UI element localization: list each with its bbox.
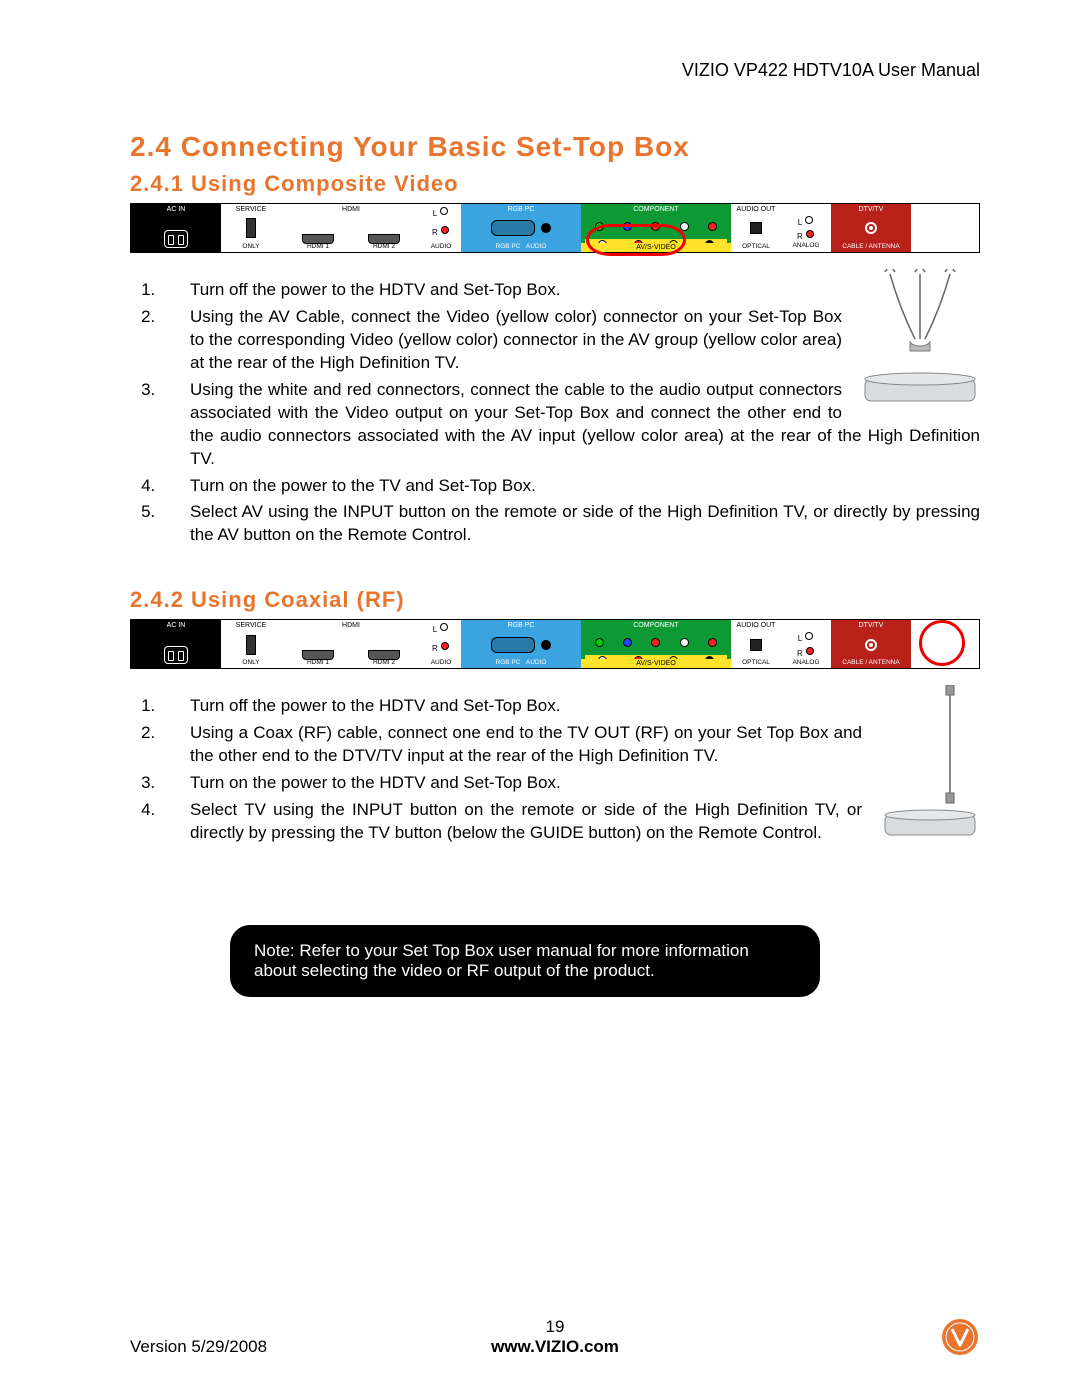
- label-rgb-pc-bot: RGB PC: [496, 659, 521, 666]
- label-hdmi2: HDMI 2: [368, 660, 400, 667]
- jack-icon: [440, 207, 448, 215]
- label-L: L: [433, 209, 437, 218]
- jack-icon: [806, 230, 814, 238]
- label-L: L: [798, 218, 802, 227]
- label-hdmi: HDMI: [285, 206, 417, 213]
- jack-icon: [623, 222, 632, 231]
- coax-port-icon: [865, 222, 877, 234]
- rear-port-panel-rf: AC IN SERVICEONLY HDMI HDMI 1HDMI 2 L R …: [130, 619, 980, 669]
- step-item: Using the white and red connectors, conn…: [160, 379, 980, 471]
- jack-icon: [440, 623, 448, 631]
- ac-socket-icon: [164, 646, 188, 664]
- label-optical: OPTICAL: [735, 660, 777, 667]
- jack-icon: [708, 222, 717, 231]
- label-L: L: [433, 625, 437, 634]
- service-port-icon: [246, 635, 256, 655]
- label-av-svideo: AV/S-VIDEO: [581, 659, 731, 668]
- label-component: COMPONENT: [585, 206, 727, 213]
- jack-icon: [623, 638, 632, 647]
- label-hdmi2: HDMI 2: [368, 244, 400, 251]
- jack-icon: [651, 638, 660, 647]
- label-R: R: [432, 228, 438, 237]
- label-L: L: [798, 634, 802, 643]
- jack-icon: [441, 642, 449, 650]
- settop-box-composite-illustration: [860, 269, 980, 409]
- highlight-circle-icon: [919, 620, 965, 666]
- label-service: SERVICE: [225, 206, 277, 213]
- subsection-2-4-1-heading: 2.4.1 Using Composite Video: [130, 171, 980, 197]
- label-audio: AUDIO: [425, 660, 457, 667]
- label-analog: ANALOG: [785, 660, 827, 667]
- label-rgb-audio: AUDIO: [526, 243, 547, 250]
- optical-port-icon: [750, 639, 762, 651]
- note-box: Note: Refer to your Set Top Box user man…: [230, 925, 820, 997]
- vga-port-icon: [491, 220, 535, 236]
- label-component: COMPONENT: [585, 622, 727, 629]
- jack-icon: [805, 216, 813, 224]
- steps-list-composite: Turn off the power to the HDTV and Set-T…: [160, 279, 980, 547]
- page-footer: Version 5/29/2008 19 www.VIZIO.com: [130, 1317, 980, 1357]
- page-header-product: VIZIO VP422 HDTV10A User Manual: [130, 60, 980, 81]
- label-R: R: [432, 644, 438, 653]
- step-item: Turn off the power to the HDTV and Set-T…: [160, 279, 980, 302]
- label-hdmi1: HDMI 1: [302, 660, 334, 667]
- jack-icon: [680, 638, 689, 647]
- label-hdmi1: HDMI 1: [302, 244, 334, 251]
- optical-port-icon: [750, 222, 762, 234]
- label-ac-in: AC IN: [135, 206, 217, 213]
- settop-box-coax-illustration: [880, 685, 980, 845]
- hdmi2-port-icon: [368, 234, 400, 244]
- label-audio-out: AUDIO OUT: [735, 622, 777, 629]
- step-item: Using a Coax (RF) cable, connect one end…: [160, 722, 980, 768]
- jack-icon: [441, 226, 449, 234]
- label-hdmi: HDMI: [285, 622, 417, 629]
- label-dtv-tv: DTV/TV: [835, 622, 907, 629]
- step-item: Turn on the power to the HDTV and Set-To…: [160, 772, 980, 795]
- jack-icon: [806, 647, 814, 655]
- footer-page-number: 19: [546, 1317, 565, 1336]
- ac-socket-icon: [164, 230, 188, 248]
- label-R: R: [797, 649, 803, 658]
- jack-icon: [651, 222, 660, 231]
- label-analog: ANALOG: [785, 243, 827, 250]
- step-item: Select AV using the INPUT button on the …: [160, 501, 980, 547]
- hdmi1-port-icon: [302, 234, 334, 244]
- label-only: ONLY: [225, 660, 277, 667]
- label-dtv-tv: DTV/TV: [835, 206, 907, 213]
- label-rgb-audio: AUDIO: [526, 659, 547, 666]
- footer-url: www.VIZIO.com: [491, 1337, 619, 1356]
- jack-icon: [680, 222, 689, 231]
- label-cable-antenna: CABLE / ANTENNA: [835, 244, 907, 251]
- subsection-2-4-2-heading: 2.4.2 Using Coaxial (RF): [130, 587, 980, 613]
- steps-list-coax: Turn off the power to the HDTV and Set-T…: [160, 695, 980, 845]
- coax-port-icon: [865, 639, 877, 651]
- label-rgb-pc: RGB PC: [465, 206, 577, 213]
- vga-port-icon: [491, 637, 535, 653]
- label-rgb-pc-bot: RGB PC: [496, 243, 521, 250]
- jack-icon: [595, 222, 604, 231]
- label-service: SERVICE: [225, 622, 277, 629]
- service-port-icon: [246, 218, 256, 238]
- step-item: Turn off the power to the HDTV and Set-T…: [160, 695, 980, 718]
- label-ac-in: AC IN: [135, 622, 217, 629]
- label-rgb-pc: RGB PC: [465, 622, 577, 629]
- label-R: R: [797, 232, 803, 241]
- section-heading: 2.4 Connecting Your Basic Set-Top Box: [130, 131, 980, 163]
- audio-mini-jack-icon: [541, 223, 551, 233]
- jack-icon: [708, 638, 717, 647]
- label-optical: OPTICAL: [735, 244, 777, 251]
- rear-port-panel-av: AC IN SERVICEONLY HDMI HDMI 1HDMI 2 L R …: [130, 203, 980, 253]
- jack-icon: [805, 632, 813, 640]
- audio-mini-jack-icon: [541, 640, 551, 650]
- label-only: ONLY: [225, 244, 277, 251]
- label-av-svideo: AV/S-VIDEO: [581, 243, 731, 252]
- step-item: Using the AV Cable, connect the Video (y…: [160, 306, 980, 375]
- label-cable-antenna: CABLE / ANTENNA: [835, 660, 907, 667]
- jack-icon: [595, 638, 604, 647]
- step-item: Turn on the power to the TV and Set-Top …: [160, 475, 980, 498]
- label-audio-out: AUDIO OUT: [735, 206, 777, 213]
- step-item: Select TV using the INPUT button on the …: [160, 799, 980, 845]
- label-audio: AUDIO: [425, 244, 457, 251]
